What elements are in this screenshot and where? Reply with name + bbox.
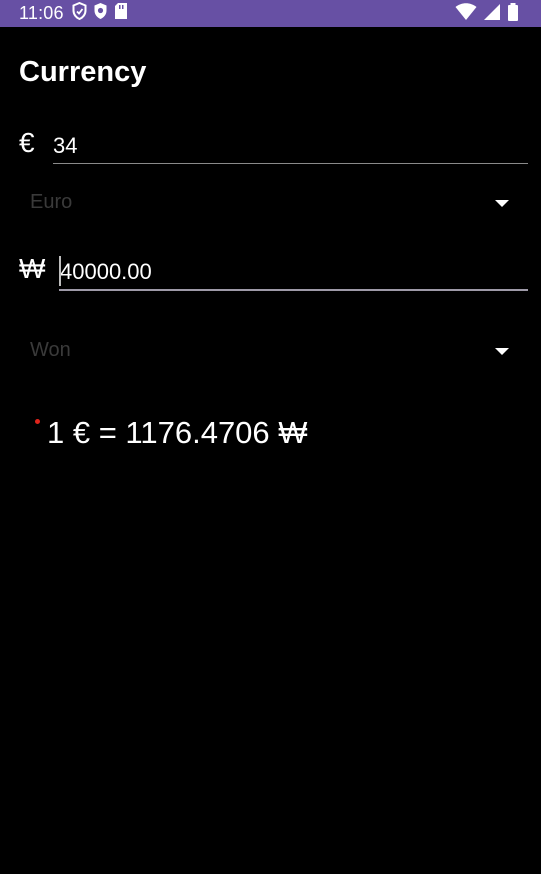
status-time: 11:06 bbox=[19, 3, 64, 23]
from-currency-symbol: € bbox=[19, 127, 35, 158]
status-icons-right bbox=[455, 2, 519, 27]
to-amount-input[interactable] bbox=[60, 258, 527, 286]
battery-icon bbox=[507, 2, 519, 27]
from-amount-input[interactable] bbox=[53, 132, 527, 160]
status-bar: 11:06 bbox=[0, 0, 541, 27]
exchange-rate-text: 1 € = 1176.4706 ₩ bbox=[47, 415, 308, 450]
dropdown-arrow-icon bbox=[495, 200, 509, 207]
to-currency-symbol: ₩ bbox=[19, 253, 46, 284]
cell-signal-icon bbox=[483, 2, 501, 27]
status-icons-left bbox=[72, 1, 128, 25]
security-icon bbox=[93, 2, 108, 25]
from-amount-underline bbox=[53, 163, 528, 164]
from-currency-spinner[interactable]: Euro bbox=[19, 183, 519, 223]
to-currency-label: Won bbox=[30, 339, 71, 361]
from-currency-label: Euro bbox=[30, 191, 73, 213]
text-cursor bbox=[59, 256, 61, 286]
dropdown-arrow-icon bbox=[495, 348, 509, 355]
shield-icon bbox=[72, 1, 87, 25]
to-currency-spinner[interactable]: Won bbox=[19, 331, 519, 371]
to-amount-underline bbox=[59, 289, 528, 291]
page-title: Currency bbox=[19, 56, 147, 88]
wifi-icon bbox=[455, 2, 477, 27]
sd-card-icon bbox=[114, 2, 128, 25]
status-dot-icon bbox=[35, 419, 40, 424]
